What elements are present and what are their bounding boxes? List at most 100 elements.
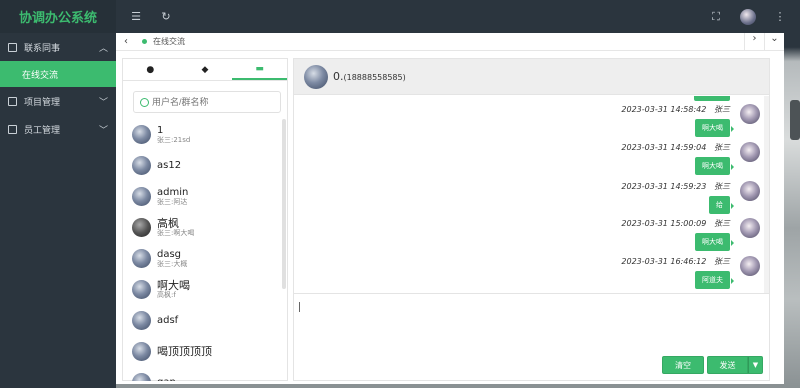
- tab-groups[interactable]: ◆: [178, 59, 233, 80]
- contacts-tabs: ● ◆ ▬: [123, 59, 288, 81]
- message-editor[interactable]: 清空 发送 ▼: [294, 293, 770, 381]
- avatar: [740, 256, 760, 276]
- sidebar-item-online-chat[interactable]: 在线交流: [0, 61, 116, 87]
- sidebar-item-label: 员工管理: [24, 125, 61, 136]
- avatar: [132, 156, 151, 175]
- list-item[interactable]: 1 张三:21sd: [123, 119, 281, 150]
- contact-last-message: 张三:啊大喝: [157, 228, 195, 237]
- message-bubble: [694, 96, 730, 101]
- message-meta: 2023-03-31 16:46:12 张三: [621, 256, 730, 267]
- contact-last-message: 张三:21sd: [157, 135, 191, 144]
- list-item[interactable]: 高枫 张三:啊大喝: [123, 212, 281, 243]
- contact-icon: [8, 42, 17, 52]
- list-item[interactable]: admin 张三:阿达: [123, 181, 281, 212]
- tab-label: 在线交流: [153, 37, 185, 46]
- chat-panel: 0.(18888558585) 2023-03-31 14:58:42 张三 啊…: [293, 58, 770, 381]
- contact-list-scrollbar[interactable]: [282, 119, 286, 289]
- avatar: [132, 218, 151, 237]
- message-sender: 张三: [714, 257, 730, 266]
- message-bubble: 给: [709, 196, 734, 214]
- bottom-edge: [116, 384, 784, 388]
- contacts-panel: ● ◆ ▬ 1 张三:21sd as12 admin 张三:阿达: [122, 58, 288, 381]
- tab-chats[interactable]: ▬: [232, 59, 288, 80]
- message-bubble: 啊大喝: [695, 119, 734, 137]
- contact-name: 高枫: [157, 216, 179, 230]
- message-time: 2023-03-31 16:46:12: [621, 257, 707, 266]
- contact-last-message: 高枫:f: [157, 290, 176, 299]
- chat-title: 0.(18888558585): [333, 70, 406, 83]
- main-content: ● ◆ ▬ 1 张三:21sd as12 admin 张三:阿达: [116, 51, 784, 388]
- avatar: [132, 311, 151, 330]
- text-cursor: [299, 302, 300, 312]
- more-icon[interactable]: ⋮: [770, 10, 790, 23]
- contact-search[interactable]: [133, 91, 281, 113]
- message-sender: 张三: [714, 219, 730, 228]
- chevron-right-icon[interactable]: ›: [744, 33, 764, 50]
- list-item[interactable]: adsf: [123, 305, 281, 336]
- background-image: [784, 33, 800, 388]
- send-button[interactable]: 发送: [707, 356, 748, 374]
- app-logo: 协调办公系统: [0, 0, 116, 33]
- avatar: [132, 125, 151, 144]
- tab-friends[interactable]: ●: [123, 59, 178, 80]
- refresh-icon[interactable]: ↻: [156, 10, 176, 23]
- send-options-chevron-icon[interactable]: ▼: [748, 356, 763, 374]
- group-icon: ◆: [201, 64, 209, 75]
- message-sender: 张三: [714, 105, 730, 114]
- tab-online-chat[interactable]: 在线交流: [136, 36, 185, 47]
- contact-last-message: 张三:阿达: [157, 197, 188, 206]
- message-time: 2023-03-31 15:00:09: [621, 219, 707, 228]
- message-time: 2023-03-31 14:59:04: [621, 143, 707, 152]
- fullscreen-icon[interactable]: ⛶: [706, 10, 726, 24]
- avatar: [132, 373, 151, 381]
- message-bubble: 啊大喝: [695, 233, 734, 251]
- message: 2023-03-31 14:59:04 张三 啊大喝: [560, 142, 760, 180]
- user-avatar[interactable]: [740, 8, 756, 25]
- top-bar: ☰ ↻ ⛶ ⋮: [116, 0, 800, 33]
- message-time: 2023-03-31 14:59:23: [621, 182, 707, 191]
- list-item[interactable]: 喝顶顶顶顶: [123, 336, 281, 367]
- list-item[interactable]: gan: [123, 367, 281, 381]
- user-icon: ●: [146, 64, 155, 75]
- message-sender: 张三: [714, 182, 730, 191]
- chevron-down-icon[interactable]: ⌄: [764, 33, 784, 50]
- contact-name: 喝顶顶顶顶: [157, 345, 212, 358]
- message-time: 2023-03-31 14:58:42: [621, 105, 707, 114]
- message-bubble: 啊大喝: [695, 157, 734, 175]
- tab-bar: ‹ 在线交流 › ⌄: [116, 33, 784, 51]
- message-meta: 2023-03-31 14:59:04 张三: [621, 142, 730, 153]
- chat-phone: (18888558585): [343, 73, 406, 82]
- avatar: [132, 342, 151, 361]
- message: 2023-03-31 16:46:12 张三 阿道夫: [560, 256, 760, 293]
- chevron-down-icon: ﹀: [98, 125, 108, 136]
- sidebar-item-contacts[interactable]: 联系同事 ︿: [0, 33, 116, 61]
- sidebar-item-staff[interactable]: 员工管理 ﹀: [0, 115, 116, 143]
- list-item[interactable]: 啊大喝 高枫:f: [123, 274, 281, 305]
- message-scrollbar[interactable]: [764, 96, 769, 293]
- sidebar: 协调办公系统 联系同事 ︿ 在线交流 项目管理 ﹀ 员工管理 ﹀: [0, 0, 116, 388]
- contact-last-message: 张三:大概: [157, 259, 188, 268]
- contact-name: 1: [157, 124, 164, 136]
- message-list: 2023-03-31 14:58:42 张三 啊大喝 2023-03-31 14…: [294, 96, 770, 293]
- staff-icon: [8, 124, 17, 134]
- avatar: [132, 187, 151, 206]
- message: 2023-03-31 15:00:09 张三 啊大喝: [560, 218, 760, 256]
- avatar: [132, 280, 151, 299]
- search-input[interactable]: [152, 97, 262, 107]
- contact-name: adsf: [157, 315, 179, 326]
- contact-name: gan: [157, 377, 176, 381]
- message: 2023-03-31 14:59:23 张三 给: [560, 181, 760, 219]
- project-icon: [8, 96, 17, 106]
- chat-name: 0.: [333, 70, 344, 83]
- active-dot: [142, 39, 147, 44]
- chevron-left-icon[interactable]: ‹: [116, 36, 136, 47]
- sidebar-item-projects[interactable]: 项目管理 ﹀: [0, 87, 116, 115]
- search-icon: [140, 97, 149, 107]
- menu-toggle-icon[interactable]: ☰: [126, 10, 146, 23]
- list-item[interactable]: as12: [123, 150, 281, 181]
- contact-list: 1 张三:21sd as12 admin 张三:阿达 高枫 张三:啊大喝 das…: [123, 119, 281, 381]
- message-sender: 张三: [714, 143, 730, 152]
- clear-button[interactable]: 清空: [662, 356, 704, 374]
- chevron-up-icon: ︿: [98, 43, 108, 54]
- list-item[interactable]: dasg 张三:大概: [123, 243, 281, 274]
